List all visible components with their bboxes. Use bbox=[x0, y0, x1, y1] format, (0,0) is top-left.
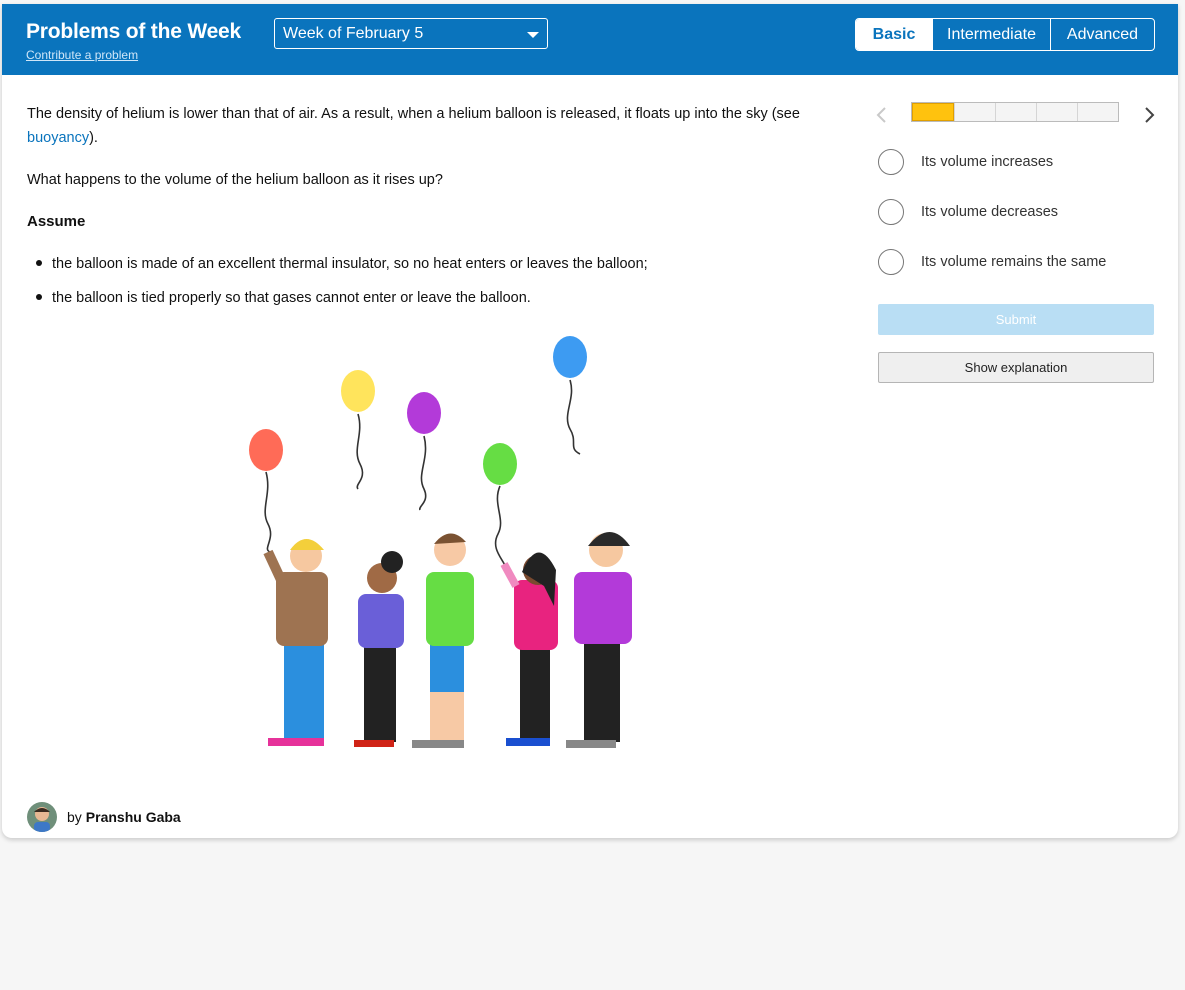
assume-heading: Assume bbox=[27, 213, 86, 230]
answer-option-label: Its volume decreases bbox=[921, 204, 1059, 220]
submit-button[interactable]: Submit bbox=[878, 304, 1154, 335]
radio-button[interactable] bbox=[878, 199, 904, 225]
page-title: Problems of the Week bbox=[26, 20, 242, 43]
chevron-down-icon bbox=[527, 32, 539, 38]
answer-option[interactable]: Its volume decreases bbox=[878, 198, 1058, 226]
balloons-illustration bbox=[249, 336, 632, 748]
buoyancy-link[interactable]: buoyancy bbox=[27, 130, 89, 146]
tab-intermediate[interactable]: Intermediate bbox=[932, 19, 1050, 50]
assumption-text: the balloon is tied properly so that gas… bbox=[52, 290, 531, 306]
progress-segment bbox=[1036, 103, 1077, 121]
author-credit: by Pranshu Gaba bbox=[27, 802, 181, 832]
progress-segment bbox=[954, 103, 995, 121]
author-prefix: by bbox=[67, 809, 82, 825]
week-select[interactable]: Week of February 5 bbox=[274, 18, 548, 49]
person-5 bbox=[566, 532, 632, 748]
red-balloon bbox=[249, 429, 283, 471]
bullet-icon bbox=[36, 260, 42, 267]
tab-advanced[interactable]: Advanced bbox=[1050, 19, 1154, 50]
chevron-left-icon[interactable] bbox=[875, 105, 889, 125]
radio-button[interactable] bbox=[878, 149, 904, 175]
list-item: the balloon is tied properly so that gas… bbox=[27, 286, 531, 310]
person-2 bbox=[354, 551, 404, 747]
person-1 bbox=[263, 539, 328, 746]
person-4 bbox=[500, 552, 558, 746]
tab-basic[interactable]: Basic bbox=[856, 19, 932, 50]
green-balloon bbox=[483, 443, 517, 485]
header-bar: Problems of the Week Contribute a proble… bbox=[2, 4, 1178, 75]
list-item: the balloon is made of an excellent ther… bbox=[27, 252, 648, 276]
week-select-value: Week of February 5 bbox=[283, 25, 424, 42]
problem-card: Problems of the Week Contribute a proble… bbox=[2, 4, 1178, 838]
chevron-right-icon[interactable] bbox=[1142, 105, 1156, 125]
yellow-balloon bbox=[341, 370, 375, 412]
answer-option[interactable]: Its volume remains the same bbox=[878, 248, 1106, 276]
progress-segment bbox=[1077, 103, 1118, 121]
blue-balloon bbox=[553, 336, 587, 378]
intro-text-end: ). bbox=[89, 130, 98, 146]
avatar[interactable] bbox=[27, 802, 57, 832]
author-name[interactable]: Pranshu Gaba bbox=[86, 809, 181, 825]
progress-segment bbox=[912, 103, 954, 121]
intro-text: The density of helium is lower than that… bbox=[27, 106, 800, 122]
purple-balloon bbox=[407, 392, 441, 434]
level-tabs: Basic Intermediate Advanced bbox=[855, 18, 1155, 51]
person-3 bbox=[412, 533, 474, 748]
assumption-text: the balloon is made of an excellent ther… bbox=[52, 256, 648, 272]
contribute-link[interactable]: Contribute a problem bbox=[26, 48, 138, 62]
question-progress bbox=[911, 102, 1119, 122]
bullet-icon bbox=[36, 294, 42, 301]
answer-option[interactable]: Its volume increases bbox=[878, 148, 1053, 176]
question-text: What happens to the volume of the helium… bbox=[27, 172, 443, 188]
radio-button[interactable] bbox=[878, 249, 904, 275]
intro-paragraph: The density of helium is lower than that… bbox=[27, 102, 817, 150]
balloon-group bbox=[249, 336, 587, 485]
answer-option-label: Its volume remains the same bbox=[921, 254, 1107, 270]
show-explanation-button[interactable]: Show explanation bbox=[878, 352, 1154, 383]
answer-option-label: Its volume increases bbox=[921, 154, 1054, 170]
progress-segment bbox=[995, 103, 1036, 121]
